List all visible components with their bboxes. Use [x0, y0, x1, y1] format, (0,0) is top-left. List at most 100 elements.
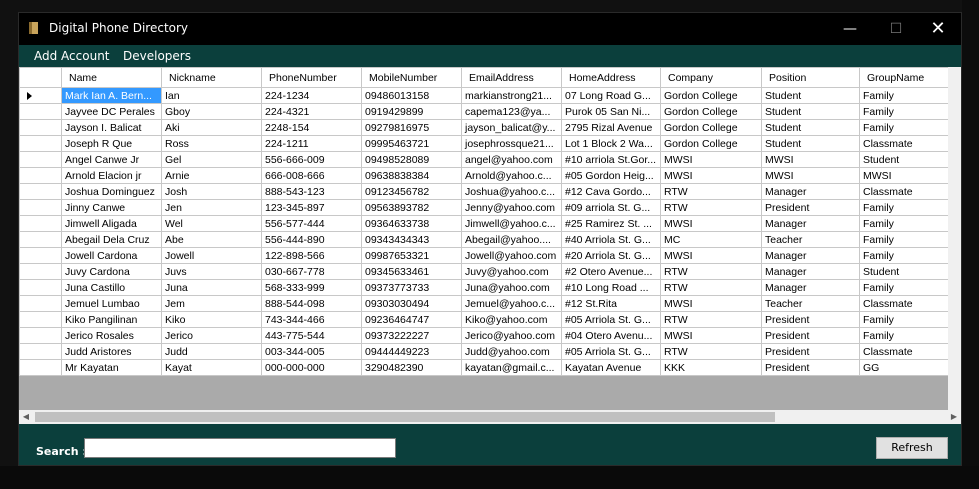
row-header[interactable] — [19, 183, 62, 200]
cell-position[interactable]: MWSI — [761, 167, 860, 184]
cell-phone[interactable]: 122-898-566 — [261, 247, 362, 264]
cell-phone[interactable]: 2248-154 — [261, 119, 362, 136]
cell-company[interactable]: Gordon College — [660, 119, 762, 136]
cell-email[interactable]: Jenny@yahoo.com — [461, 199, 562, 216]
cell-group[interactable]: GG — [859, 359, 949, 376]
scroll-left-icon[interactable]: ◀ — [19, 410, 33, 424]
cell-nickname[interactable]: Judd — [161, 343, 262, 360]
cell-name[interactable]: Kiko Pangilinan — [61, 311, 162, 328]
cell-company[interactable]: MC — [660, 231, 762, 248]
column-header-nickname[interactable]: Nickname — [161, 67, 262, 88]
cell-name[interactable]: Judd Aristores — [61, 343, 162, 360]
cell-email[interactable]: Juna@yahoo.com — [461, 279, 562, 296]
cell-group[interactable]: Classmate — [859, 183, 949, 200]
cell-name[interactable]: Joshua Dominguez — [61, 183, 162, 200]
cell-nickname[interactable]: Josh — [161, 183, 262, 200]
scroll-thumb[interactable] — [35, 412, 775, 422]
cell-position[interactable]: President — [761, 359, 860, 376]
row-header[interactable] — [19, 295, 62, 312]
cell-group[interactable]: Student — [859, 263, 949, 280]
cell-email[interactable]: Jowell@yahoo.com — [461, 247, 562, 264]
cell-address[interactable]: #25 Ramirez St. ... — [561, 215, 661, 232]
cell-phone[interactable]: 888-544-098 — [261, 295, 362, 312]
cell-email[interactable]: Joshua@yahoo.c... — [461, 183, 562, 200]
cell-group[interactable]: Family — [859, 215, 949, 232]
menu-add-account[interactable]: Add Account — [34, 49, 110, 63]
cell-email[interactable]: Abegail@yahoo.... — [461, 231, 562, 248]
scroll-right-icon[interactable]: ▶ — [947, 410, 961, 424]
cell-name[interactable]: Jayvee DC Perales — [61, 103, 162, 120]
cell-address[interactable]: #04 Otero Avenu... — [561, 327, 661, 344]
table-row[interactable]: Jowell Cardona Jowell 122-898-566 099876533… — [19, 247, 949, 264]
cell-company[interactable]: MWSI — [660, 295, 762, 312]
cell-mobile[interactable]: 09486013158 — [361, 87, 462, 104]
table-row[interactable]: Jayson I. Balicat Aki 2248-154 09279816975 j… — [19, 119, 949, 136]
cell-name[interactable]: Jimwell Aligada — [61, 215, 162, 232]
minimize-button[interactable]: — — [827, 13, 873, 45]
cell-name[interactable]: Jinny Canwe — [61, 199, 162, 216]
table-row[interactable]: Jinny Canwe Jen 123-345-897 09563893782 Jenn… — [19, 199, 949, 216]
cell-position[interactable]: President — [761, 343, 860, 360]
cell-mobile[interactable]: 09123456782 — [361, 183, 462, 200]
cell-group[interactable]: MWSI — [859, 167, 949, 184]
row-header[interactable] — [19, 119, 62, 136]
cell-company[interactable]: MWSI — [660, 151, 762, 168]
cell-mobile[interactable]: 09498528089 — [361, 151, 462, 168]
vertical-scrollbar[interactable] — [948, 67, 961, 410]
cell-position[interactable]: Manager — [761, 279, 860, 296]
cell-nickname[interactable]: Jerico — [161, 327, 262, 344]
cell-mobile[interactable]: 09364633738 — [361, 215, 462, 232]
table-row[interactable]: Mr Kayatan Kayat 000-000-000 3290482390 kaya… — [19, 359, 949, 376]
cell-phone[interactable]: 123-345-897 — [261, 199, 362, 216]
cell-phone[interactable]: 000-000-000 — [261, 359, 362, 376]
cell-mobile[interactable]: 0919429899 — [361, 103, 462, 120]
cell-phone[interactable]: 003-344-005 — [261, 343, 362, 360]
row-header[interactable] — [19, 103, 62, 120]
contacts-table[interactable]: Name Nickname PhoneNumber MobileNumber E… — [19, 67, 949, 376]
cell-position[interactable]: President — [761, 199, 860, 216]
cell-position[interactable]: Manager — [761, 263, 860, 280]
cell-name[interactable]: Jowell Cardona — [61, 247, 162, 264]
table-row[interactable]: Mark Ian A. Bern... Ian 224-1234 0948601315… — [19, 87, 949, 104]
cell-company[interactable]: RTW — [660, 183, 762, 200]
column-header-email[interactable]: EmailAddress — [461, 67, 562, 88]
cell-name[interactable]: Juna Castillo — [61, 279, 162, 296]
table-row[interactable]: Jayvee DC Perales Gboy 224-4321 0919429899 c… — [19, 103, 949, 120]
cell-nickname[interactable]: Juvs — [161, 263, 262, 280]
cell-mobile[interactable]: 09303030494 — [361, 295, 462, 312]
cell-position[interactable]: Student — [761, 135, 860, 152]
cell-group[interactable]: Family — [859, 279, 949, 296]
cell-position[interactable]: Teacher — [761, 295, 860, 312]
row-header-corner[interactable] — [19, 67, 62, 88]
row-header[interactable] — [19, 135, 62, 152]
cell-email[interactable]: josephrossque21... — [461, 135, 562, 152]
cell-mobile[interactable]: 09236464747 — [361, 311, 462, 328]
cell-phone[interactable]: 556-666-009 — [261, 151, 362, 168]
cell-phone[interactable]: 224-1211 — [261, 135, 362, 152]
column-header-company[interactable]: Company — [660, 67, 762, 88]
cell-company[interactable]: RTW — [660, 199, 762, 216]
cell-company[interactable]: RTW — [660, 311, 762, 328]
cell-nickname[interactable]: Wel — [161, 215, 262, 232]
cell-name[interactable]: Abegail Dela Cruz — [61, 231, 162, 248]
row-header[interactable] — [19, 151, 62, 168]
row-header[interactable] — [19, 343, 62, 360]
column-header-name[interactable]: Name — [61, 67, 162, 88]
cell-position[interactable]: President — [761, 327, 860, 344]
cell-name[interactable]: Jerico Rosales — [61, 327, 162, 344]
cell-position[interactable]: President — [761, 311, 860, 328]
cell-email[interactable]: jayson_balicat@y... — [461, 119, 562, 136]
cell-group[interactable]: Family — [859, 119, 949, 136]
cell-mobile[interactable]: 09995463721 — [361, 135, 462, 152]
cell-phone[interactable]: 224-4321 — [261, 103, 362, 120]
cell-phone[interactable]: 666-008-666 — [261, 167, 362, 184]
cell-email[interactable]: kayatan@gmail.c... — [461, 359, 562, 376]
table-row[interactable]: Judd Aristores Judd 003-344-005 09444449223… — [19, 343, 949, 360]
cell-position[interactable]: Manager — [761, 183, 860, 200]
cell-company[interactable]: Gordon College — [660, 103, 762, 120]
cell-address[interactable]: #40 Arriola St. G... — [561, 231, 661, 248]
cell-phone[interactable]: 556-444-890 — [261, 231, 362, 248]
cell-address[interactable]: #12 Cava Gordo... — [561, 183, 661, 200]
cell-mobile[interactable]: 09444449223 — [361, 343, 462, 360]
cell-mobile[interactable]: 09638838384 — [361, 167, 462, 184]
